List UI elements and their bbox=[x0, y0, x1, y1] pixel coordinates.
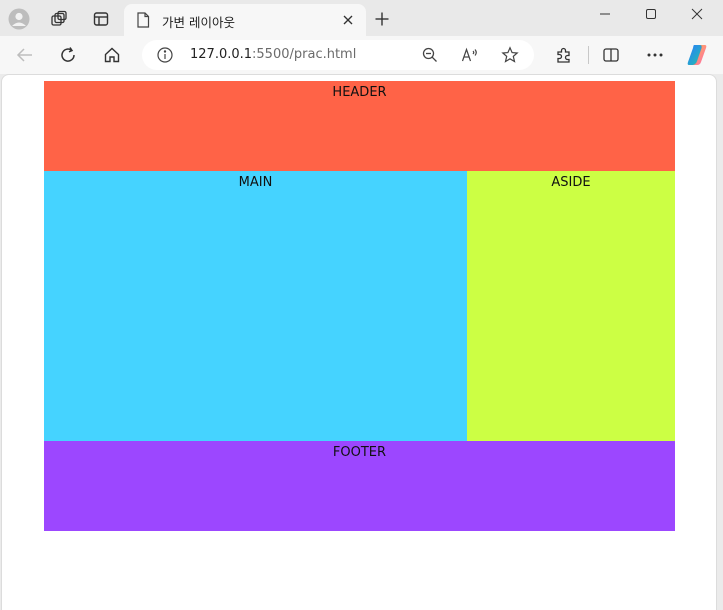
back-arrow-icon[interactable] bbox=[11, 41, 39, 69]
home-icon[interactable] bbox=[98, 41, 126, 69]
refresh-icon[interactable] bbox=[54, 41, 82, 69]
main-section: MAIN bbox=[44, 171, 467, 441]
profile-avatar-icon[interactable] bbox=[6, 6, 32, 32]
more-options-icon[interactable] bbox=[641, 41, 669, 69]
page-icon bbox=[136, 12, 150, 28]
close-window-icon[interactable] bbox=[674, 0, 720, 28]
new-tab-icon[interactable] bbox=[369, 6, 395, 32]
header-section: HEADER bbox=[44, 81, 675, 171]
tab-strip: 가변 레이아웃 bbox=[0, 0, 723, 37]
workspaces-icon[interactable] bbox=[46, 6, 72, 32]
site-info-icon[interactable] bbox=[156, 46, 174, 64]
read-aloud-icon[interactable] bbox=[458, 43, 482, 67]
url-host: 127.0.0.1 bbox=[190, 47, 253, 62]
browser-tab[interactable]: 가변 레이아웃 bbox=[124, 4, 366, 37]
tab-title: 가변 레이아웃 bbox=[162, 15, 235, 30]
minimize-window-icon[interactable] bbox=[582, 0, 628, 28]
page-viewport: HEADER MAIN ASIDE FOOTER bbox=[1, 74, 717, 610]
footer-section: FOOTER bbox=[44, 441, 675, 531]
url-text: 127.0.0.1:5500/prac.html bbox=[190, 47, 356, 62]
favorite-star-icon[interactable] bbox=[498, 43, 522, 67]
maximize-window-icon[interactable] bbox=[628, 0, 674, 28]
address-toolbar: 127.0.0.1:5500/prac.html bbox=[0, 36, 723, 74]
page-layout: HEADER MAIN ASIDE FOOTER bbox=[44, 81, 675, 531]
tab-actions-icon[interactable] bbox=[88, 6, 114, 32]
content-row: MAIN ASIDE bbox=[44, 171, 675, 441]
url-path: :5500/prac.html bbox=[252, 47, 357, 62]
close-tab-icon[interactable] bbox=[338, 10, 358, 30]
copilot-icon[interactable] bbox=[683, 41, 711, 69]
address-bar[interactable]: 127.0.0.1:5500/prac.html bbox=[142, 40, 534, 70]
zoom-out-icon[interactable] bbox=[418, 43, 442, 67]
split-screen-icon[interactable] bbox=[597, 41, 625, 69]
toolbar-divider bbox=[588, 46, 589, 64]
aside-section: ASIDE bbox=[467, 171, 675, 441]
extensions-icon[interactable] bbox=[550, 41, 578, 69]
